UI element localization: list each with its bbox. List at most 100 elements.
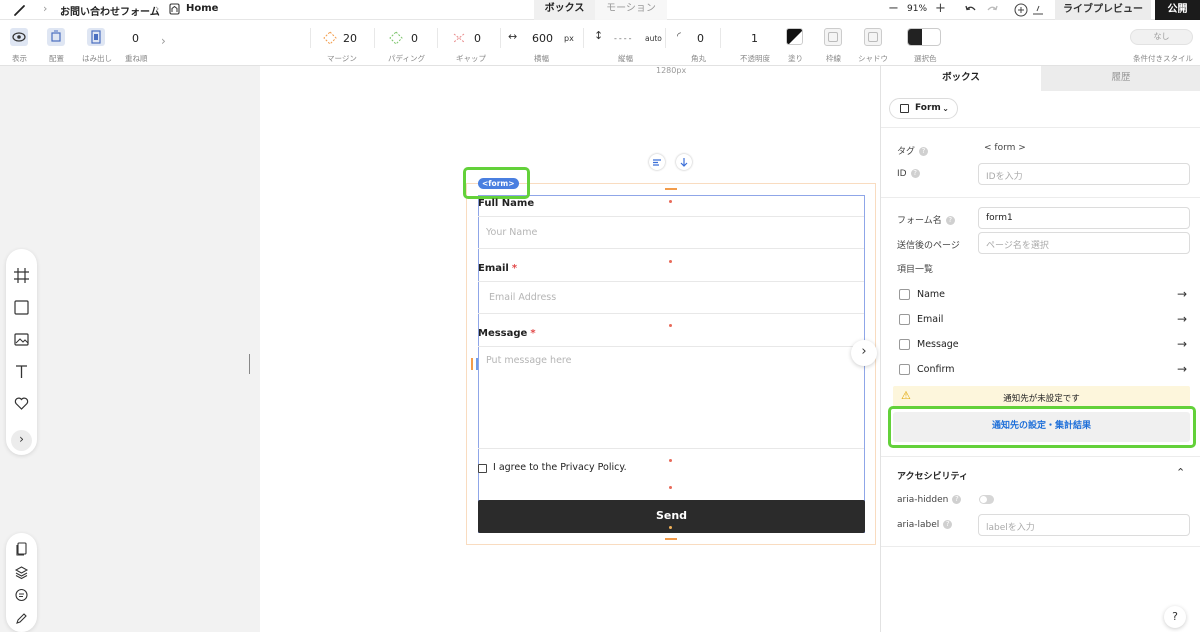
id-input[interactable]: IDを入力: [978, 163, 1190, 185]
padding-value[interactable]: 0: [411, 32, 418, 45]
view-toggle-button[interactable]: [10, 28, 28, 46]
height-arrow-icon: ↕: [594, 29, 604, 42]
height-value[interactable]: ----: [614, 34, 634, 43]
margin-value[interactable]: 20: [343, 32, 357, 45]
next-element-button[interactable]: ›: [851, 340, 877, 366]
pages-icon[interactable]: [13, 541, 30, 558]
radius-value[interactable]: 0: [697, 32, 704, 45]
text-field-icon: [899, 289, 910, 300]
padding-icon: [389, 31, 403, 45]
tab-motion[interactable]: モーション: [595, 0, 667, 20]
image-tool-icon[interactable]: [13, 331, 30, 348]
form-tag-badge[interactable]: <form>: [478, 178, 519, 189]
privacy-agree-label[interactable]: I agree to the Privacy Policy.: [493, 462, 627, 473]
undo-icon[interactable]: [963, 2, 979, 18]
fill-label: 塗り: [788, 54, 803, 63]
tag-label: タグ?: [897, 144, 929, 157]
heart-tool-icon[interactable]: [13, 395, 30, 412]
shadow-label: シャドウ: [858, 54, 888, 63]
zindex-value[interactable]: 0: [132, 32, 139, 45]
panel-tab-box[interactable]: ボックス: [881, 66, 1041, 91]
aria-label-input[interactable]: labelを入力: [978, 514, 1190, 536]
full-name-input[interactable]: Your Name: [478, 216, 864, 249]
frame-tool-icon[interactable]: [13, 267, 30, 284]
breadcrumb-project[interactable]: お問い合わせフォーム: [60, 3, 160, 18]
layers-icon[interactable]: [13, 564, 30, 581]
border-button[interactable]: [824, 28, 842, 46]
help-icon: ?: [952, 495, 962, 504]
comments-icon[interactable]: [13, 587, 30, 604]
message-textarea[interactable]: Put message here: [478, 346, 864, 449]
selected-color-swatch[interactable]: [907, 28, 941, 46]
insert-toolbar: ›: [6, 249, 37, 455]
arrange-label: 配置: [49, 54, 64, 63]
padding-handle[interactable]: [476, 358, 478, 370]
items-label: 項目一覧: [897, 265, 934, 275]
list-item[interactable]: Name →: [897, 285, 1187, 305]
chevron-right-icon[interactable]: ›: [161, 34, 166, 48]
width-unit[interactable]: px: [564, 34, 574, 43]
notify-settings-button[interactable]: 通知先の設定・集計結果: [893, 412, 1190, 442]
margin-handle[interactable]: [665, 188, 677, 190]
redo-icon[interactable]: [984, 2, 1000, 18]
breadcrumb-separator-icon: ›: [155, 2, 160, 15]
width-value[interactable]: 600: [532, 32, 553, 45]
redirect-page-select[interactable]: ページ名を選択: [978, 232, 1190, 254]
overflow-button[interactable]: [87, 28, 105, 46]
left-rail: ›: [0, 66, 260, 632]
zoom-level[interactable]: 91%: [907, 4, 927, 14]
align-button[interactable]: [649, 154, 665, 170]
tag-value: < form >: [984, 143, 1026, 153]
live-preview-button[interactable]: ライブプレビュー: [1055, 0, 1151, 20]
privacy-checkbox[interactable]: [478, 464, 487, 473]
spacing-marker: [669, 324, 672, 327]
text-field-icon: [899, 314, 910, 325]
help-icon: ?: [910, 169, 920, 178]
arrow-right-icon: →: [1176, 337, 1187, 351]
email-input[interactable]: Email Address: [478, 281, 864, 314]
spacing-marker: [669, 260, 672, 263]
zoom-out-button[interactable]: −: [888, 1, 899, 16]
chevron-up-icon[interactable]: ⌃: [1176, 466, 1185, 479]
gap-icon: [452, 32, 466, 44]
divider: [437, 28, 438, 48]
arrange-button[interactable]: [47, 28, 65, 46]
expand-tools-button[interactable]: ›: [11, 430, 32, 451]
form-name-input[interactable]: form1: [978, 207, 1190, 229]
property-toolbar: 表示 配置 はみ出し 0 重ね順 › 20 マージン 0 パディング 0 ギャッ…: [0, 20, 1200, 66]
list-item[interactable]: Message →: [897, 335, 1187, 355]
edit-icon[interactable]: [13, 610, 30, 627]
aria-hidden-label: aria-hidden?: [897, 495, 962, 505]
gap-value[interactable]: 0: [474, 32, 481, 45]
spacing-marker: [669, 200, 672, 203]
add-minus-icon[interactable]: [1030, 2, 1046, 18]
margin-handle[interactable]: [665, 538, 677, 540]
panel-resize-handle[interactable]: [249, 354, 250, 374]
element-type-select[interactable]: Form ⌄: [889, 98, 958, 119]
fill-swatch[interactable]: [786, 28, 803, 45]
redirect-label: 送信後のページ: [897, 241, 960, 251]
list-item[interactable]: Email →: [897, 310, 1187, 330]
aria-hidden-toggle[interactable]: [979, 495, 994, 504]
tab-box[interactable]: ボックス: [534, 0, 595, 20]
divider: [720, 28, 721, 48]
box-tool-icon[interactable]: [13, 299, 30, 316]
id-label: ID?: [897, 169, 920, 179]
height-unit[interactable]: auto: [645, 34, 662, 43]
form-name-label: フォーム名?: [897, 213, 955, 226]
text-tool-icon[interactable]: [13, 363, 30, 380]
panel-tab-history[interactable]: 履歴: [1041, 66, 1200, 91]
top-bar: › お問い合わせフォーム › Home ボックス モーション − 91% + ラ…: [0, 0, 1200, 20]
opacity-value[interactable]: 1: [751, 32, 758, 45]
conditional-style-select[interactable]: なし: [1130, 29, 1193, 45]
help-button[interactable]: ?: [1164, 606, 1186, 628]
pen-icon[interactable]: [12, 2, 28, 18]
arrow-down-icon[interactable]: [676, 154, 692, 170]
list-item[interactable]: Confirm →: [897, 360, 1187, 380]
add-circle-icon[interactable]: [1013, 2, 1029, 18]
shadow-button[interactable]: [864, 28, 882, 46]
zoom-in-button[interactable]: +: [935, 1, 946, 16]
breadcrumb-page[interactable]: Home: [186, 3, 218, 14]
publish-button[interactable]: 公開: [1155, 0, 1200, 20]
padding-handle[interactable]: [471, 358, 473, 370]
